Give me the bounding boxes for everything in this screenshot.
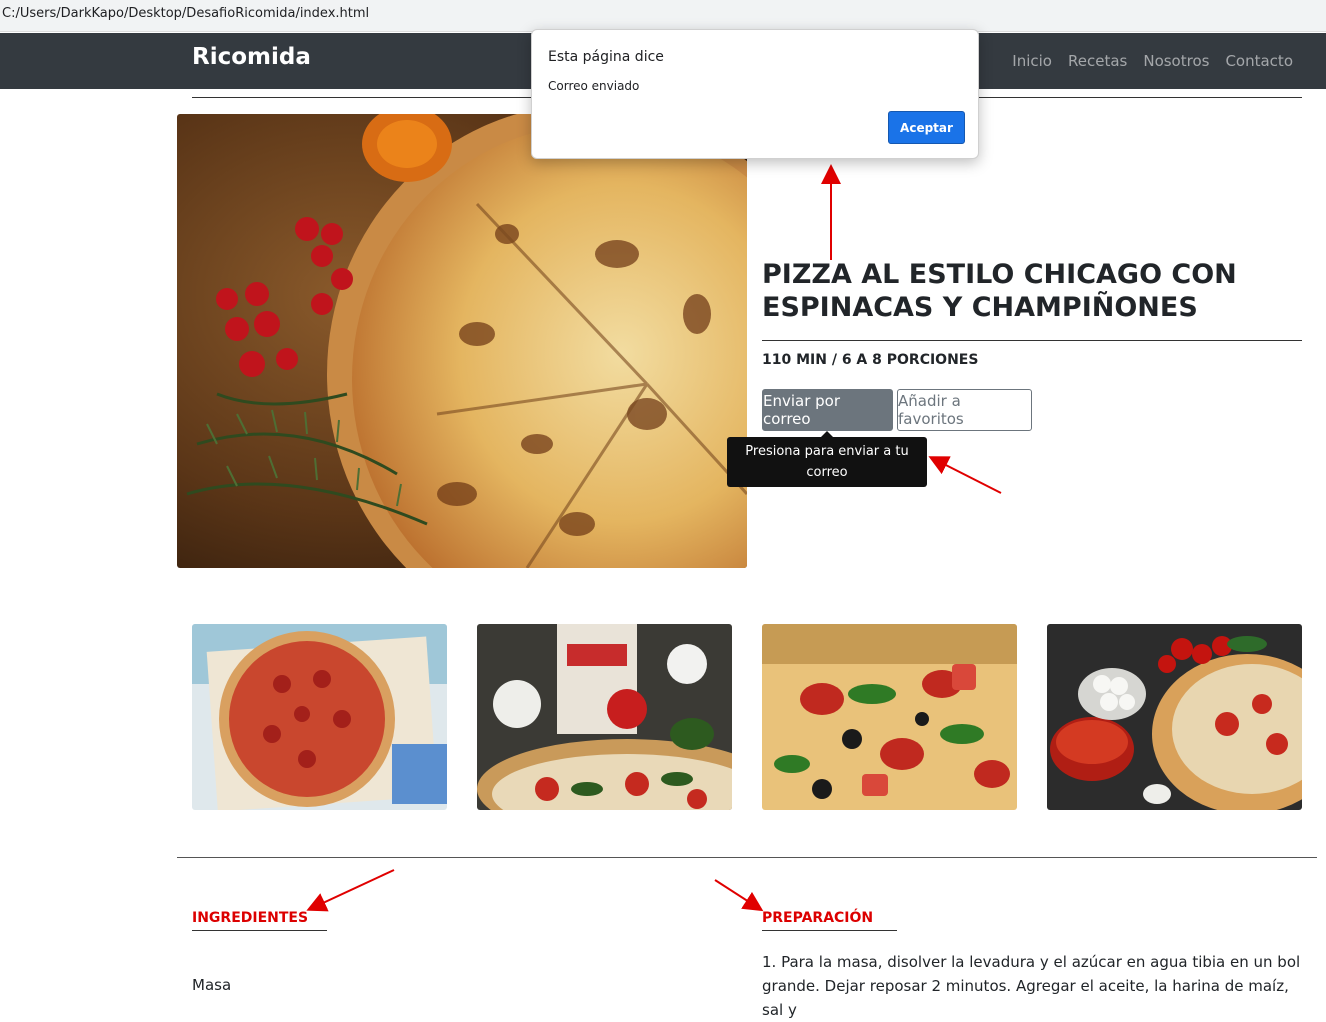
recipe-title: PIZZA AL ESTILO CHICAGO CON ESPINACAS Y …	[762, 258, 1302, 324]
alert-accept-button[interactable]: Aceptar	[888, 111, 965, 144]
nav-link-inicio[interactable]: Inicio	[1012, 52, 1052, 70]
gallery-image-1[interactable]	[192, 624, 447, 810]
brand-logo[interactable]: Ricomida	[192, 44, 311, 70]
recipe-meta: 110 MIN / 6 A 8 PORCIONES	[762, 352, 979, 368]
nav-links: Inicio Recetas Nosotros Contacto	[1012, 52, 1293, 70]
add-favorite-button[interactable]: Añadir a favoritos	[897, 389, 1032, 431]
send-email-button[interactable]: Enviar por correo	[762, 389, 893, 431]
title-divider	[762, 340, 1302, 341]
address-url[interactable]: C:/Users/DarkKapo/Desktop/DesafioRicomid…	[2, 6, 369, 21]
ingredient-group-masa: Masa	[192, 976, 232, 994]
preparation-text: 1. Para la masa, disolver la levadura y …	[762, 953, 1301, 1019]
recipe-title-line2: ESPINACAS Y CHAMPIÑONES	[762, 292, 1198, 323]
ingredients-heading: INGREDIENTES	[192, 910, 327, 931]
gallery-image-2[interactable]	[477, 624, 732, 810]
address-bar[interactable]: C:/Users/DarkKapo/Desktop/DesafioRicomid…	[0, 0, 1326, 32]
arrow-to-ingredients	[306, 869, 395, 912]
nav-link-contacto[interactable]: Contacto	[1225, 52, 1293, 70]
gallery-image-4[interactable]	[1047, 624, 1302, 810]
hero-pizza-image	[177, 114, 747, 568]
alert-title: Esta página dice	[548, 49, 664, 65]
recipe-title-line1: PIZZA AL ESTILO CHICAGO CON	[762, 259, 1237, 290]
alert-message: Correo enviado	[548, 79, 640, 93]
section-divider	[177, 857, 1317, 858]
preparation-heading: PREPARACIÓN	[762, 910, 897, 931]
gallery-image-3[interactable]	[762, 624, 1017, 810]
arrow-to-preparation	[714, 879, 764, 912]
arrow-to-tooltip	[928, 456, 1002, 494]
send-email-tooltip: Presiona para enviar a tu correo	[727, 437, 927, 487]
alert-dialog: Esta página dice Correo enviado Aceptar	[531, 29, 979, 159]
nav-link-recetas[interactable]: Recetas	[1068, 52, 1127, 70]
nav-link-nosotros[interactable]: Nosotros	[1143, 52, 1209, 70]
